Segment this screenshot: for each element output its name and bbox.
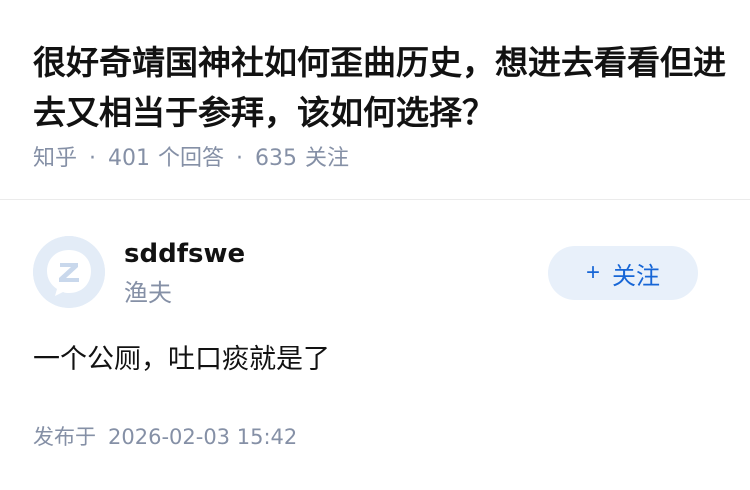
question-header: 很好奇靖国神社如何歪曲历史，想进去看看但进去又相当于参拜，该如何选择？ 知乎 · 4… <box>0 0 750 200</box>
question-meta: 知乎 · 401 个回答 · 635 关注 <box>33 144 349 174</box>
publish-time: 发布于 2026-02-03 15:42 <box>33 421 297 453</box>
follower-count: 635 <box>255 146 298 171</box>
author-name[interactable]: sddfswe <box>124 236 245 272</box>
meta-separator: · <box>89 146 97 171</box>
answer-content[interactable]: 一个公厕，吐口痰就是了 <box>33 340 330 380</box>
question-title[interactable]: 很好奇靖国神社如何歪曲历史，想进去看看但进去又相当于参拜，该如何选择？ <box>33 38 733 138</box>
publish-label: 发布于 <box>33 425 96 449</box>
author-headline: 渔夫 <box>124 279 172 307</box>
avatar[interactable] <box>33 236 105 308</box>
answer-count: 401 <box>108 146 151 171</box>
follow-button-label: 关注 <box>612 262 660 290</box>
source-label[interactable]: 知乎 <box>33 146 77 171</box>
plus-icon: + <box>585 259 600 286</box>
follow-button[interactable]: + 关注 <box>548 246 698 300</box>
follower-count-label: 关注 <box>305 146 350 171</box>
answer-count-label: 个回答 <box>158 146 225 171</box>
publish-timestamp: 2026-02-03 15:42 <box>108 425 298 449</box>
meta-separator: · <box>236 146 244 171</box>
